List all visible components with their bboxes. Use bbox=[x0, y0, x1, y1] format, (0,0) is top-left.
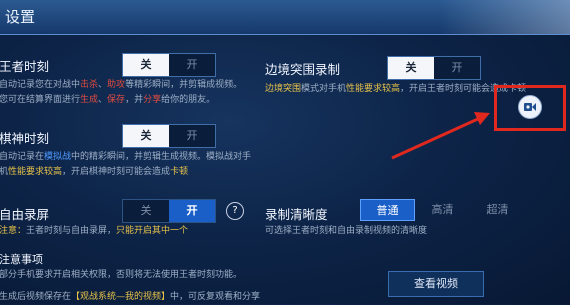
video-camera-icon[interactable] bbox=[518, 95, 542, 119]
annotation-arrow bbox=[391, 112, 490, 160]
